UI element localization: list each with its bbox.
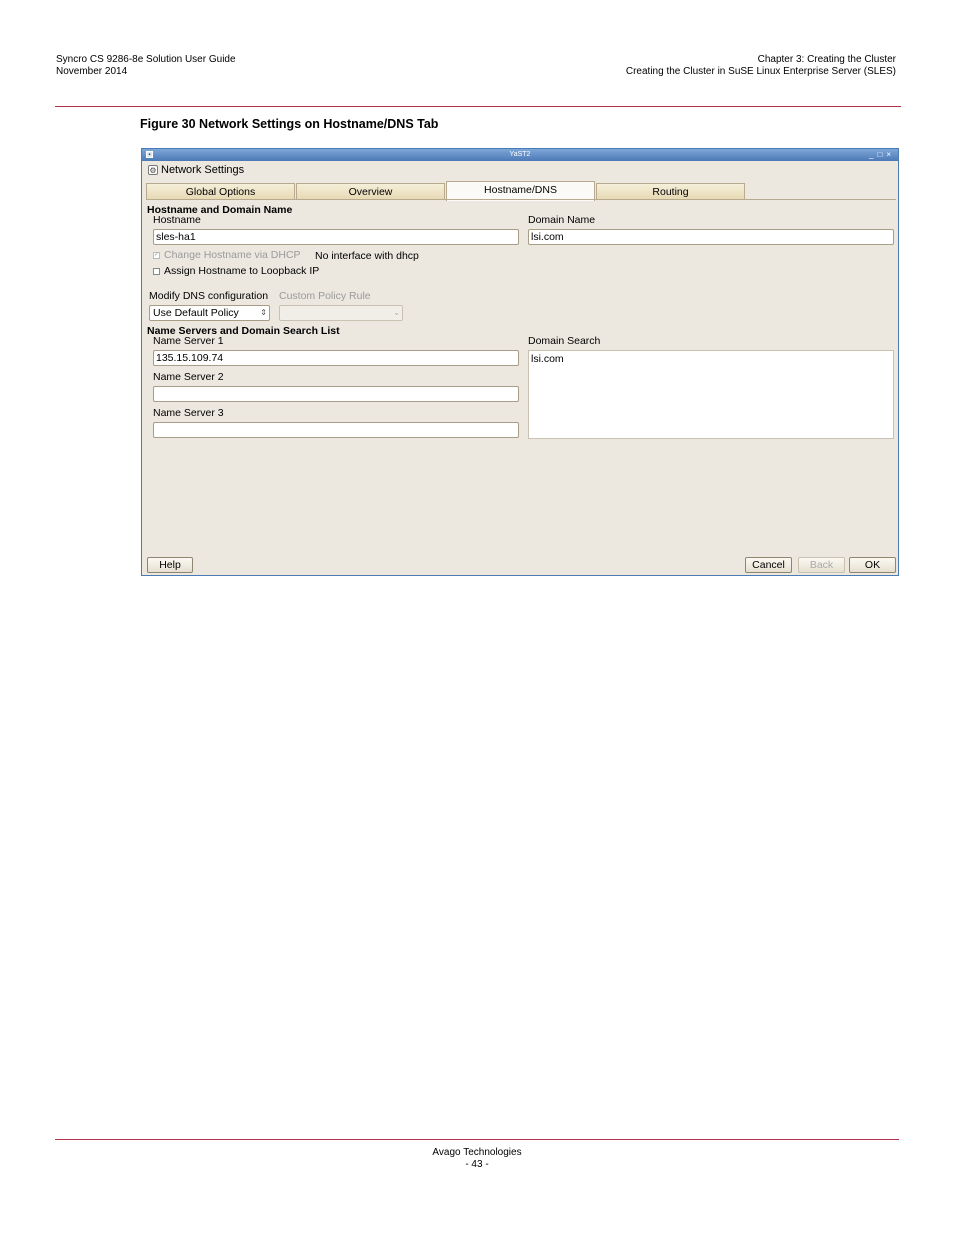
tab-global-options[interactable]: Global Options bbox=[146, 183, 295, 200]
cancel-button[interactable]: Cancel bbox=[745, 557, 792, 573]
updown-arrow-icon: ⇕ bbox=[260, 308, 267, 317]
tab-divider bbox=[146, 199, 896, 200]
chevron-down-icon: ⌄ bbox=[393, 308, 400, 317]
yast-window: ▪ YaST2 _□× ⚙ Network Settings Global Op… bbox=[141, 148, 899, 576]
domain-search-label: Domain Search bbox=[528, 335, 601, 347]
close-icon[interactable]: × bbox=[886, 150, 895, 159]
modify-dns-select[interactable]: Use Default Policy ⇕ bbox=[149, 305, 270, 321]
footer-rule bbox=[55, 1139, 899, 1140]
dhcp-note: No interface with dhcp bbox=[315, 250, 419, 262]
custom-policy-label: Custom Policy Rule bbox=[279, 290, 371, 302]
checkbox-checked-icon: ✓ bbox=[153, 251, 160, 259]
name-server-1-label: Name Server 1 bbox=[153, 335, 224, 347]
figure-caption: Figure 30 Network Settings on Hostname/D… bbox=[140, 117, 439, 131]
section-title: Creating the Cluster in SuSE Linux Enter… bbox=[625, 66, 896, 77]
custom-policy-combo[interactable]: ⌄ bbox=[279, 305, 403, 321]
name-server-3-label: Name Server 3 bbox=[153, 407, 224, 419]
domain-name-label: Domain Name bbox=[528, 214, 596, 226]
doc-title: Syncro CS 9286-8e Solution User Guide bbox=[56, 54, 236, 65]
name-server-1-input[interactable]: 135.15.109.74 bbox=[153, 350, 519, 366]
back-button[interactable]: Back bbox=[798, 557, 845, 573]
app-icon: ▪ bbox=[146, 151, 153, 158]
tab-bar: Global Options Overview Hostname/DNS Rou… bbox=[146, 181, 746, 201]
dialog-heading: ⚙ Network Settings bbox=[148, 164, 244, 176]
tab-overview[interactable]: Overview bbox=[296, 183, 445, 200]
modify-dns-label: Modify DNS configuration bbox=[149, 290, 269, 302]
hostname-input[interactable]: sles-ha1 bbox=[153, 229, 519, 245]
domain-name-input[interactable]: lsi.com bbox=[528, 229, 894, 245]
loopback-checkbox[interactable]: Assign Hostname to Loopback IP bbox=[153, 265, 319, 277]
page-number: - 43 - bbox=[465, 1159, 489, 1170]
maximize-icon[interactable]: □ bbox=[877, 150, 886, 159]
dhcp-hostname-checkbox[interactable]: ✓ Change Hostname via DHCP bbox=[153, 249, 301, 261]
hostname-label: Hostname bbox=[153, 214, 201, 226]
name-server-3-input[interactable] bbox=[153, 422, 519, 438]
footer-company: Avago Technologies bbox=[432, 1147, 522, 1158]
dialog-title: Network Settings bbox=[161, 164, 245, 176]
dhcp-hostname-label: Change Hostname via DHCP bbox=[164, 249, 301, 261]
name-server-2-input[interactable] bbox=[153, 386, 519, 402]
loopback-label: Assign Hostname to Loopback IP bbox=[164, 265, 320, 277]
network-settings-icon: ⚙ bbox=[148, 165, 158, 175]
tab-hostname-dns[interactable]: Hostname/DNS bbox=[446, 181, 595, 201]
tab-routing[interactable]: Routing bbox=[596, 183, 745, 200]
page-header-right: Chapter 3: Creating the Cluster Creating… bbox=[626, 54, 896, 78]
window-title: YaST2 bbox=[509, 151, 531, 158]
page-header-left: Syncro CS 9286-8e Solution User Guide No… bbox=[56, 54, 236, 78]
window-titlebar[interactable]: ▪ YaST2 _□× bbox=[142, 149, 898, 161]
header-rule bbox=[55, 106, 901, 107]
ok-button[interactable]: OK bbox=[849, 557, 896, 573]
name-server-2-label: Name Server 2 bbox=[153, 371, 224, 383]
help-button[interactable]: Help bbox=[147, 557, 193, 573]
chapter-title: Chapter 3: Creating the Cluster bbox=[757, 54, 896, 65]
doc-date: November 2014 bbox=[56, 66, 128, 77]
domain-search-textarea[interactable]: lsi.com bbox=[528, 350, 894, 439]
modify-dns-value: Use Default Policy bbox=[153, 307, 239, 319]
window-controls[interactable]: _□× bbox=[869, 149, 895, 161]
checkbox-unchecked-icon bbox=[153, 267, 160, 275]
